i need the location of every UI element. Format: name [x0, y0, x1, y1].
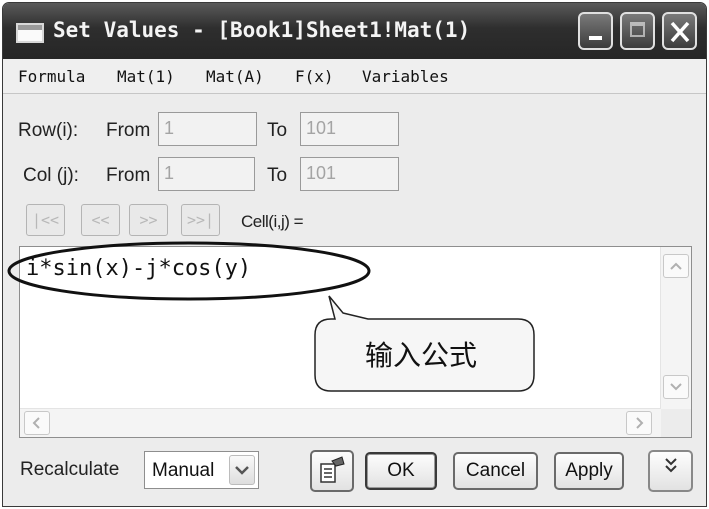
double-chevron-down-icon	[664, 458, 677, 473]
recalculate-select[interactable]: Manual	[144, 451, 259, 489]
recalculate-value: Manual	[152, 460, 215, 481]
callout-text: 输入公式	[365, 339, 478, 372]
cancel-button[interactable]: Cancel	[453, 452, 538, 490]
chevron-down-icon	[235, 466, 249, 475]
dropdown-arrow-button[interactable]	[229, 455, 255, 485]
expand-button[interactable]	[648, 450, 693, 492]
ok-button[interactable]: OK	[365, 452, 437, 490]
formula-tool-button[interactable]	[310, 450, 354, 492]
formula-tool-icon	[320, 456, 345, 483]
set-values-dialog: Set Values - [Book1]Sheet1!Mat(1) Formul…	[2, 2, 707, 507]
apply-button[interactable]: Apply	[554, 452, 624, 490]
formula-highlight-ellipse	[7, 241, 371, 301]
recalculate-label: Recalculate	[20, 459, 120, 480]
annotation-overlay	[7, 241, 535, 392]
